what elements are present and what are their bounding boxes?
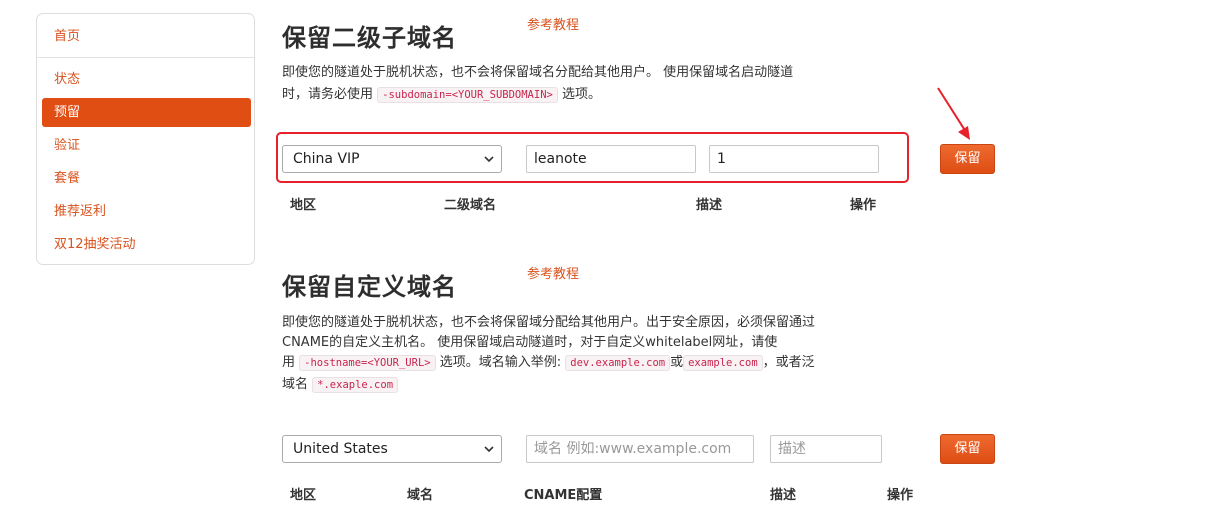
custom-domain-description: 即使您的隧道处于脱机状态，也不会将保留域分配给其他用户。出于安全原因，必须保留通… [282,312,862,400]
subdomain-reserve-button[interactable]: 保留 [940,144,995,174]
sidebar-item-home[interactable]: 首页 [42,22,251,51]
custom-domain-reserve-button[interactable]: 保留 [940,434,995,464]
custom-desc-line2: CNAME的自定义主机名。 使用保留域启动隧道时，对于自定义whitelabel… [282,335,778,350]
sidebar-nav: 首页 状态 预留 验证 套餐 推荐返利 双12抽奖活动 [36,13,255,265]
sidebar-item-verify[interactable]: 验证 [42,131,251,160]
annotation-arrow-icon [937,87,970,140]
subdomain-col-subdomain: 二级域名 [444,198,497,213]
subdomain-col-region: 地区 [290,198,317,213]
example-domain-code: dev.example.com [565,355,671,371]
example-root-domain-code: example.com [683,355,763,371]
custom-domain-input[interactable] [526,435,754,463]
subdomain-desc-line1: 即使您的隧道处于脱机状态，也不会将保留域名分配给其他用户。 使用保留域名启动隧道 [282,65,794,80]
subdomain-col-description: 描述 [696,198,723,213]
annotation-highlight-box [276,132,909,183]
subdomain-desc-text: 时，请务必使用 [282,87,374,102]
hostname-flag-code: -hostname=<YOUR_URL> [299,355,436,371]
custom-col-description: 描述 [770,488,797,503]
subdomain-desc-text-end: 选项。 [561,87,601,102]
subdomain-description: 即使您的隧道处于脱机状态，也不会将保留域名分配给其他用户。 使用保留域名启动隧道… [282,62,862,106]
custom-col-region: 地区 [290,488,317,503]
custom-col-cname: CNAME配置 [524,488,603,503]
subdomain-col-action: 操作 [850,198,877,213]
subdomain-flag-code: -subdomain=<YOUR_SUBDOMAIN> [377,87,558,103]
chevron-down-icon [483,436,495,472]
custom-domain-description-input[interactable] [770,435,882,463]
sidebar-item-reserve[interactable]: 预留 [42,98,251,127]
sidebar-item-lottery[interactable]: 双12抽奖活动 [42,230,251,259]
sidebar-item-status[interactable]: 状态 [42,65,251,94]
custom-col-action: 操作 [887,488,914,503]
custom-domain-region-select[interactable]: United States [282,435,502,463]
custom-desc-text: 用 [282,355,296,370]
custom-domain-tutorial-link[interactable]: 参考教程 [527,263,579,282]
custom-desc-text: 域名 [282,377,309,392]
wildcard-domain-code: *.exaple.com [312,377,399,393]
sidebar-item-referral[interactable]: 推荐返利 [42,197,251,226]
subdomain-section-title: 保留二级子域名 [282,24,457,52]
custom-desc-text: 或 [670,355,684,370]
region-select-value: United States [293,441,388,457]
sidebar-divider [37,57,254,58]
custom-col-domain: 域名 [407,488,434,503]
custom-desc-line1: 即使您的隧道处于脱机状态，也不会将保留域分配给其他用户。出于安全原因，必须保留通… [282,315,816,330]
subdomain-tutorial-link[interactable]: 参考教程 [527,14,579,33]
sidebar-item-plan[interactable]: 套餐 [42,164,251,193]
custom-desc-text: 选项。域名输入举例: [439,355,562,370]
custom-desc-text: ，或者泛 [762,355,815,370]
custom-domain-section-title: 保留自定义域名 [282,273,457,301]
